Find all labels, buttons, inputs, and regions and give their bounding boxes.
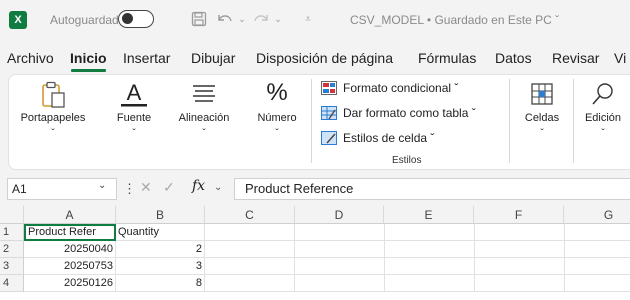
chevron-down-icon: ˇ <box>540 128 544 139</box>
formula-input[interactable]: Product Reference <box>234 178 630 200</box>
column-header-c[interactable]: C <box>205 206 295 224</box>
tab-inicio[interactable]: Inicio <box>70 50 107 66</box>
conditional-format-button[interactable]: Formato condicional ˇ <box>321 81 458 95</box>
autosave-toggle[interactable] <box>118 10 154 28</box>
undo-dropdown-icon[interactable]: ⌄ <box>236 8 248 30</box>
cells-icon <box>529 81 555 112</box>
chevron-down-icon[interactable]: ⌄ <box>214 182 222 193</box>
conditional-format-icon <box>321 81 337 95</box>
tab-archivo[interactable]: Archivo <box>7 50 54 66</box>
percent-icon: % <box>266 79 288 106</box>
cancel-icon[interactable]: ✕ <box>140 179 152 196</box>
redo-dropdown-icon[interactable]: ⌄ <box>272 8 284 30</box>
autosave-label: Autoguardado <box>50 13 126 27</box>
ribbon-separator <box>509 79 510 163</box>
document-title[interactable]: CSV_MODEL • Guardado en Este PC ˇ <box>350 13 559 27</box>
redo-icon[interactable] <box>250 8 272 30</box>
select-all-corner[interactable] <box>0 206 24 224</box>
row-header[interactable]: 2 <box>0 241 24 258</box>
column-header-g[interactable]: G <box>564 206 630 224</box>
tab-datos[interactable]: Datos <box>495 50 532 66</box>
tab-disposicion[interactable]: Disposición de página <box>256 50 393 66</box>
empty-cells[interactable] <box>205 224 630 292</box>
fuente-label: Fuente <box>116 112 152 124</box>
numero-label: Número <box>257 112 297 124</box>
row-header[interactable]: 3 <box>0 258 24 275</box>
group-fuente[interactable]: A Fuente ˇ <box>109 75 159 169</box>
align-icon <box>190 81 218 112</box>
group-alineacion[interactable]: Alineación ˇ <box>169 75 239 169</box>
column-header-b[interactable]: B <box>116 206 205 224</box>
format-as-table-label: Dar formato como tabla ˇ <box>343 106 476 120</box>
check-icon[interactable]: ✓ <box>163 179 175 196</box>
cell-b2[interactable]: 2 <box>116 241 205 258</box>
group-numero[interactable]: % Número ˇ <box>249 75 305 169</box>
column-header-a[interactable]: A <box>24 206 116 224</box>
group-portapapeles[interactable]: Portapapeles ˇ <box>13 75 93 169</box>
ribbon-separator <box>573 79 574 163</box>
ribbon: Portapapeles ˇ A Fuente ˇ Alineación ˇ %… <box>8 74 630 170</box>
chevron-down-icon: ˇ <box>132 128 136 139</box>
alineacion-label: Alineación <box>178 112 230 124</box>
column-header-f[interactable]: F <box>474 206 564 224</box>
cell-b3[interactable]: 3 <box>116 258 205 275</box>
tab-revisar[interactable]: Revisar <box>552 50 599 66</box>
tab-dibujar[interactable]: Dibujar <box>191 50 235 66</box>
chevron-down-icon: ˇ <box>202 128 206 139</box>
conditional-format-label: Formato condicional ˇ <box>343 81 459 95</box>
format-as-table-button[interactable]: Dar formato como tabla ˇ <box>321 106 476 120</box>
group-celdas[interactable]: Celdas ˇ <box>517 75 567 169</box>
cell-styles-icon <box>321 131 337 145</box>
estilos-group-label: Estilos <box>392 155 422 166</box>
cell-styles-label: Estilos de celda ˇ <box>343 131 435 145</box>
row-header[interactable]: 4 <box>0 275 24 292</box>
menu-bar: Archivo Inicio Insertar Dibujar Disposic… <box>0 44 630 70</box>
column-header-d[interactable]: D <box>295 206 384 224</box>
customize-icon[interactable]: ⩡ <box>300 8 316 30</box>
chevron-down-icon[interactable]: ⌄ <box>98 180 106 191</box>
toggle-knob <box>122 13 133 24</box>
table-format-icon <box>321 106 337 120</box>
more-options-icon[interactable]: ⋮ <box>123 181 136 197</box>
clipboard-icon <box>40 81 66 114</box>
insert-function-button[interactable]: fx <box>192 178 205 194</box>
cell-b4[interactable]: 8 <box>116 275 205 292</box>
svg-text:A: A <box>127 81 142 105</box>
row-header[interactable]: 1 <box>0 224 24 241</box>
cell-a4[interactable]: 20250126 <box>24 275 116 292</box>
edicion-label: Edición <box>584 112 622 124</box>
excel-logo-icon: X <box>9 11 27 29</box>
cell-a2[interactable]: 20250040 <box>24 241 116 258</box>
column-header-e[interactable]: E <box>384 206 474 224</box>
search-icon <box>590 81 616 112</box>
tab-insertar[interactable]: Insertar <box>123 50 170 66</box>
portapapeles-label: Portapapeles <box>20 112 86 124</box>
celdas-label: Celdas <box>524 112 560 124</box>
chevron-down-icon: ˇ <box>601 128 605 139</box>
chevron-down-icon: ˇ <box>51 128 55 139</box>
tab-vista[interactable]: Vi <box>614 50 626 66</box>
cell-b1[interactable]: Quantity <box>116 224 205 241</box>
save-icon[interactable] <box>188 8 210 30</box>
cell-styles-button[interactable]: Estilos de celda ˇ <box>321 131 434 145</box>
ribbon-separator <box>311 79 312 163</box>
font-icon: A <box>119 80 149 114</box>
chevron-down-icon: ˇ <box>275 128 279 139</box>
undo-icon[interactable] <box>214 8 236 30</box>
cell-a1[interactable]: Product Refer <box>24 224 116 241</box>
cell-a3[interactable]: 20250753 <box>24 258 116 275</box>
active-tab-indicator <box>71 69 106 72</box>
tab-formulas[interactable]: Fórmulas <box>418 50 476 66</box>
group-edicion[interactable]: Edición ˇ <box>577 75 629 169</box>
